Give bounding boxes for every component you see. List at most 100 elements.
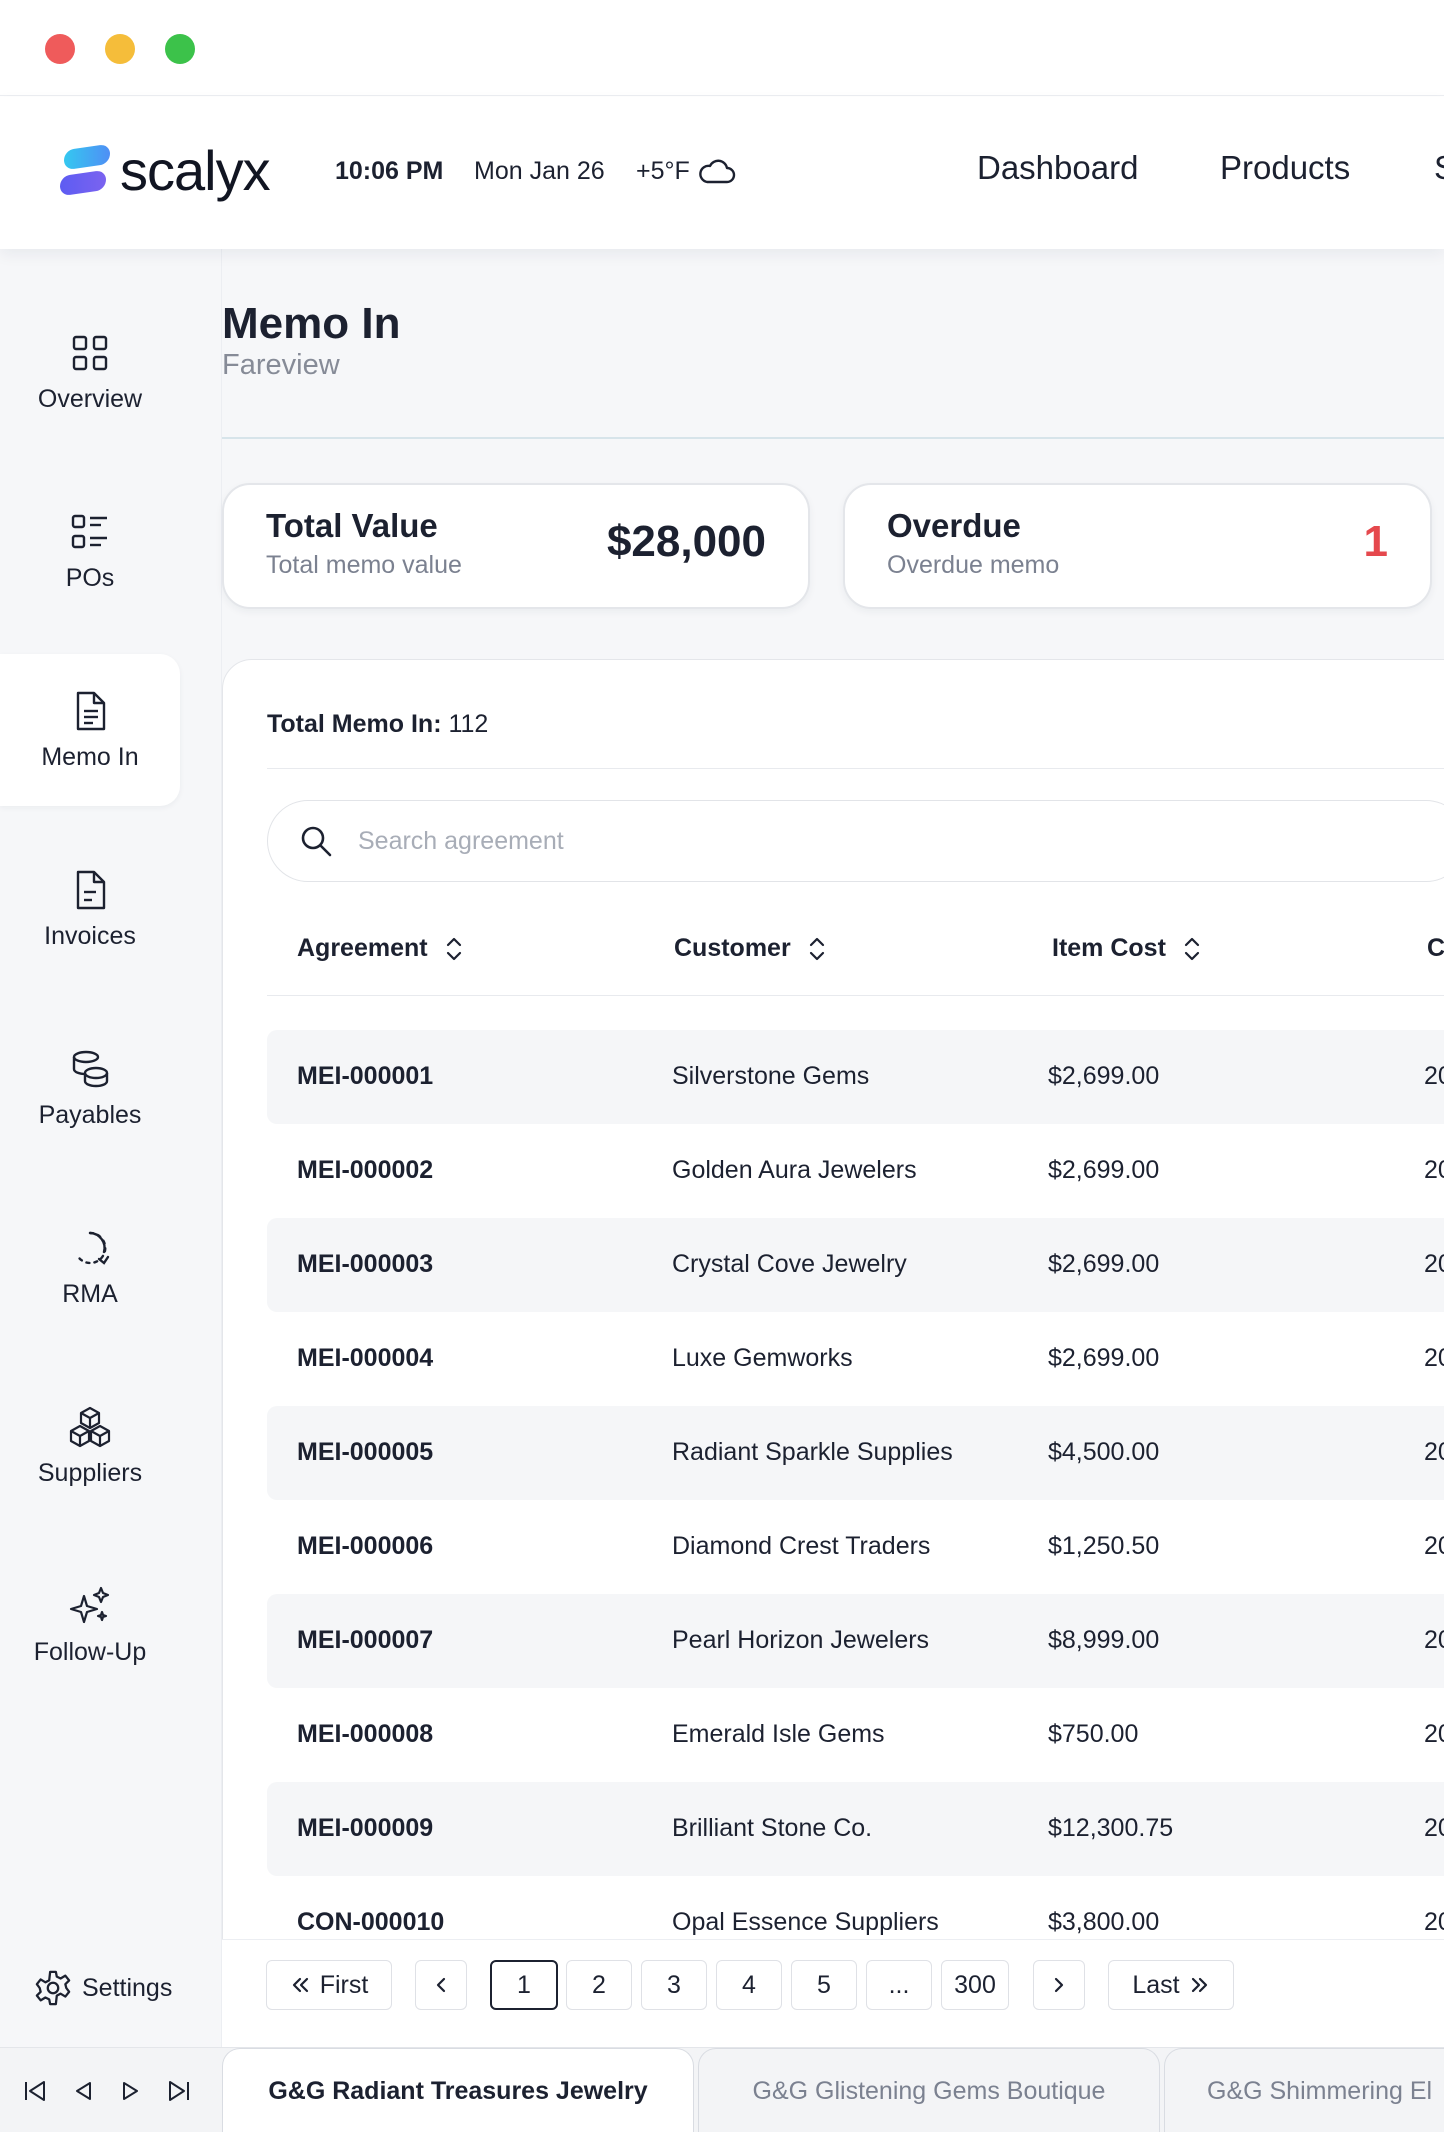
table-row[interactable]: MEI-000002 Golden Aura Jewelers $2,699.0… <box>267 1124 1444 1218</box>
column-header-partial[interactable]: C <box>1427 934 1444 963</box>
sidebar-item-overview[interactable]: Overview <box>0 296 180 448</box>
pagination: First 1 2 3 4 5 ... 300 Last <box>222 1939 1444 2047</box>
close-window-button[interactable] <box>45 34 75 64</box>
top-header: scalyx 10:06 PM Mon Jan 26 +5°F Dashboar… <box>0 97 1444 249</box>
table-row[interactable]: MEI-000008 Emerald Isle Gems $750.00 20 <box>267 1688 1444 1782</box>
double-chevron-left-icon <box>292 1977 308 1993</box>
search-bar[interactable] <box>267 800 1444 882</box>
page-button-300[interactable]: 300 <box>941 1960 1009 2010</box>
sidebar-item-follow-up[interactable]: Follow-Up <box>0 1549 180 1701</box>
last-page-button[interactable]: Last <box>1108 1960 1234 2010</box>
table-row[interactable]: MEI-000007 Pearl Horizon Jewelers $8,999… <box>267 1594 1444 1688</box>
cell-customer: Silverstone Gems <box>672 1062 870 1090</box>
chevron-right-icon <box>1054 1977 1064 1993</box>
header-divider <box>222 437 1444 439</box>
nav-dashboard[interactable]: Dashboard <box>977 149 1138 187</box>
table-row[interactable]: MEI-000001 Silverstone Gems $2,699.00 20 <box>267 1030 1444 1124</box>
search-input[interactable] <box>358 826 1258 856</box>
cell-agreement[interactable]: MEI-000003 <box>297 1250 433 1279</box>
column-label: Customer <box>674 934 791 962</box>
cell-agreement[interactable]: MEI-000008 <box>297 1720 433 1749</box>
column-header-agreement[interactable]: Agreement <box>297 934 464 963</box>
page-ellipsis[interactable]: ... <box>866 1960 932 2010</box>
overdue-count: 1 <box>1363 517 1388 566</box>
page-button-4[interactable]: 4 <box>716 1960 782 2010</box>
sidebar-item-payables[interactable]: Payables <box>0 1012 180 1164</box>
cell-item-cost: $12,300.75 <box>1048 1814 1174 1842</box>
table-header: Agreement Customer Item Cost C <box>267 904 1444 996</box>
cell-agreement[interactable]: MEI-000007 <box>297 1626 433 1655</box>
gear-icon <box>35 1970 71 2006</box>
last-label: Last <box>1132 1970 1180 1999</box>
page-button-3[interactable]: 3 <box>641 1960 707 2010</box>
header-weather: +5°F <box>636 157 736 186</box>
tab-shimmering[interactable]: G&G Shimmering El <box>1164 2048 1444 2132</box>
main-content: Memo In Fareview Total Value Total memo … <box>222 249 1444 2059</box>
page-button-2[interactable]: 2 <box>566 1960 632 2010</box>
cell-item-cost: $750.00 <box>1048 1720 1139 1748</box>
cell-agreement[interactable]: MEI-000006 <box>297 1532 433 1561</box>
cell-agreement[interactable]: MEI-000002 <box>297 1156 433 1185</box>
table-row[interactable]: MEI-000005 Radiant Sparkle Supplies $4,5… <box>267 1406 1444 1500</box>
sidebar-item-rma[interactable]: RMA <box>0 1191 180 1343</box>
maximize-window-button[interactable] <box>165 34 195 64</box>
cell-agreement[interactable]: MEI-000004 <box>297 1344 433 1373</box>
minimize-window-button[interactable] <box>105 34 135 64</box>
skip-first-icon[interactable] <box>20 2076 50 2106</box>
cell-agreement[interactable]: MEI-000009 <box>297 1814 433 1843</box>
page-button-1[interactable]: 1 <box>490 1960 558 2010</box>
column-label: C <box>1427 934 1444 962</box>
page-button-5[interactable]: 5 <box>791 1960 857 2010</box>
settings-label: Settings <box>82 1973 173 2002</box>
cell-agreement[interactable]: MEI-000005 <box>297 1438 433 1467</box>
total-memo-count: Total Memo In: 112 <box>267 710 488 739</box>
list-icon <box>71 514 107 548</box>
table-row[interactable]: MEI-000004 Luxe Gemworks $2,699.00 20 <box>267 1312 1444 1406</box>
cell-customer: Opal Essence Suppliers <box>672 1908 939 1936</box>
nav-products[interactable]: Products <box>1220 149 1350 187</box>
cell-customer: Luxe Gemworks <box>672 1344 853 1372</box>
prev-page-button[interactable] <box>415 1960 467 2010</box>
skip-last-icon[interactable] <box>164 2076 194 2106</box>
sort-icon <box>809 937 824 960</box>
double-chevron-right-icon <box>1191 1977 1207 1993</box>
sidebar-item-label: Suppliers <box>37 1458 143 1487</box>
column-header-customer[interactable]: Customer <box>674 934 827 963</box>
cell-partial: 20 <box>1424 1908 1444 1936</box>
total-value-amount: $28,000 <box>606 517 766 566</box>
brand-logo[interactable]: scalyx <box>58 143 271 199</box>
settings-button[interactable]: Settings <box>34 1969 172 2007</box>
first-page-button[interactable]: First <box>266 1960 392 2010</box>
overdue-card: Overdue Overdue memo 1 <box>843 483 1432 609</box>
sidebar-item-invoices[interactable]: Invoices <box>0 833 180 985</box>
cell-agreement[interactable]: MEI-000001 <box>297 1062 433 1091</box>
next-sheet-icon[interactable] <box>116 2076 146 2106</box>
previous-sheet-icon[interactable] <box>68 2076 98 2106</box>
cloud-icon <box>698 159 735 183</box>
sidebar-item-label: RMA <box>62 1279 118 1308</box>
tab-glistening-gems[interactable]: G&G Glistening Gems Boutique <box>698 2048 1160 2132</box>
cell-agreement[interactable]: CON-000010 <box>297 1908 444 1937</box>
sidebar-item-pos[interactable]: POs <box>0 475 180 627</box>
tab-radiant-treasures[interactable]: G&G Radiant Treasures Jewelry <box>222 2048 694 2132</box>
sidebar-item-memo-in[interactable]: Memo In <box>0 654 180 806</box>
sidebar-item-suppliers[interactable]: Suppliers <box>0 1370 180 1522</box>
memo-table-panel: Total Memo In: 112 Agreement Customer It… <box>222 659 1444 2059</box>
total-memo-label: Total Memo In: <box>267 710 442 738</box>
logo-mark-icon <box>58 143 112 199</box>
cell-partial: 20 <box>1424 1814 1444 1842</box>
sidebar-item-label: POs <box>65 563 115 592</box>
table-row[interactable]: MEI-000009 Brilliant Stone Co. $12,300.7… <box>267 1782 1444 1876</box>
cell-item-cost: $2,699.00 <box>1048 1250 1160 1278</box>
table-row[interactable]: MEI-000003 Crystal Cove Jewelry $2,699.0… <box>267 1218 1444 1312</box>
sort-icon <box>1184 937 1200 960</box>
nav-item-partial[interactable]: S <box>1434 149 1444 187</box>
card-subtitle: Total memo value <box>266 551 462 579</box>
sidebar-item-label: Overview <box>37 384 143 413</box>
column-header-item-cost[interactable]: Item Cost <box>1052 934 1202 963</box>
next-page-button[interactable] <box>1033 1960 1085 2010</box>
cell-partial: 20 <box>1424 1438 1444 1466</box>
cell-customer: Crystal Cove Jewelry <box>672 1250 907 1278</box>
search-icon <box>301 826 332 857</box>
table-row[interactable]: MEI-000006 Diamond Crest Traders $1,250.… <box>267 1500 1444 1594</box>
